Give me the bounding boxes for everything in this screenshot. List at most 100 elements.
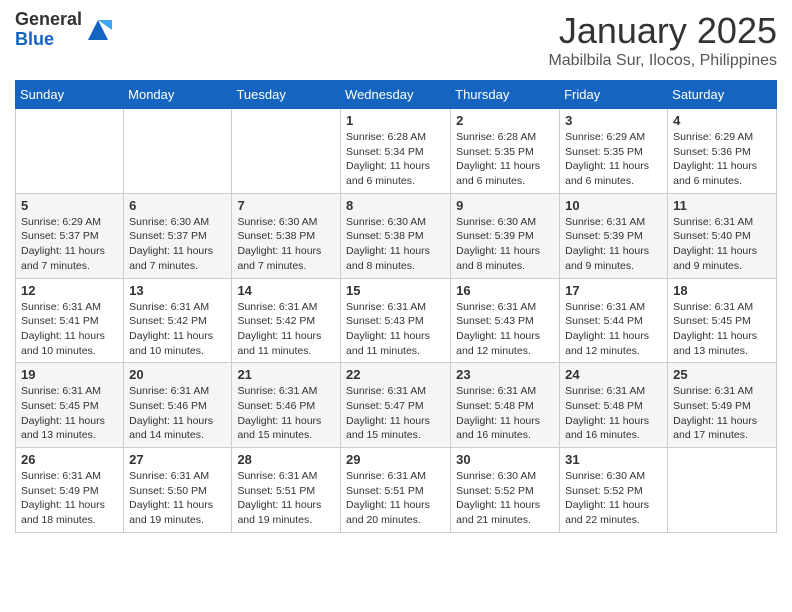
day-info: Sunrise: 6:31 AM Sunset: 5:42 PM Dayligh…	[129, 300, 226, 359]
calendar-cell: 22Sunrise: 6:31 AM Sunset: 5:47 PM Dayli…	[341, 363, 451, 448]
day-number: 8	[346, 198, 445, 213]
calendar-cell: 23 Sunrise: 6:31 AM Sunset: 5:48 PM Dayli…	[451, 363, 560, 448]
day-number: 9	[456, 198, 554, 213]
day-number: 1	[346, 113, 445, 128]
day-info: Sunrise: 6:31 AM Sunset: 5:42 PM Dayligh…	[237, 300, 335, 359]
day-number: 5	[21, 198, 118, 213]
day-info: Sunrise: 6:30 AM Sunset: 5:38 PM Dayligh…	[237, 215, 335, 274]
calendar-header-row: SundayMondayTuesdayWednesdayThursdayFrid…	[16, 81, 777, 109]
day-info: Sunrise: 6:30 AM Sunset: 5:37 PM Dayligh…	[129, 215, 226, 274]
calendar-cell: 12 Sunrise: 6:31 AM Sunset: 5:41 PM Dayli…	[16, 278, 124, 363]
day-number: 2	[456, 113, 554, 128]
calendar-cell: 10 Sunrise: 6:31 AM Sunset: 5:39 PM Dayli…	[560, 193, 668, 278]
calendar-week-row: 12 Sunrise: 6:31 AM Sunset: 5:41 PM Dayli…	[16, 278, 777, 363]
calendar-table: SundayMondayTuesdayWednesdayThursdayFrid…	[15, 80, 777, 533]
calendar-cell: 26 Sunrise: 6:31 AM Sunset: 5:49 PM Dayli…	[16, 448, 124, 533]
calendar-cell: 18 Sunrise: 6:31 AM Sunset: 5:45 PM Dayli…	[668, 278, 777, 363]
day-number: 11	[673, 198, 771, 213]
calendar-cell: 27 Sunrise: 6:31 AM Sunset: 5:50 PM Dayli…	[124, 448, 232, 533]
day-number: 24	[565, 367, 662, 382]
logo-general-text: General	[15, 9, 82, 29]
day-number: 13	[129, 283, 226, 298]
day-info: Sunrise: 6:30 AM Sunset: 5:52 PM Dayligh…	[456, 469, 554, 528]
day-number: 27	[129, 452, 226, 467]
calendar-cell	[124, 109, 232, 194]
calendar-day-header: Friday	[560, 81, 668, 109]
calendar-week-row: 1 Sunrise: 6:28 AM Sunset: 5:34 PM Daylig…	[16, 109, 777, 194]
logo: General Blue	[15, 10, 112, 50]
day-number: 4	[673, 113, 771, 128]
calendar-cell: 20 Sunrise: 6:31 AM Sunset: 5:46 PM Dayli…	[124, 363, 232, 448]
calendar-cell: 19Sunrise: 6:31 AM Sunset: 5:45 PM Dayli…	[16, 363, 124, 448]
day-info: Sunrise: 6:31 AM Sunset: 5:49 PM Dayligh…	[673, 384, 771, 443]
calendar-cell: 24 Sunrise: 6:31 AM Sunset: 5:48 PM Dayli…	[560, 363, 668, 448]
day-number: 26	[21, 452, 118, 467]
day-number: 21	[237, 367, 335, 382]
calendar-cell: 15 Sunrise: 6:31 AM Sunset: 5:43 PM Dayli…	[341, 278, 451, 363]
day-info: Sunrise: 6:29 AM Sunset: 5:35 PM Dayligh…	[565, 130, 662, 189]
calendar-cell: 28 Sunrise: 6:31 AM Sunset: 5:51 PM Dayli…	[232, 448, 341, 533]
day-number: 20	[129, 367, 226, 382]
day-info: Sunrise: 6:31 AM Sunset: 5:49 PM Dayligh…	[21, 469, 118, 528]
day-number: 31	[565, 452, 662, 467]
day-number: 19	[21, 367, 118, 382]
day-number: 6	[129, 198, 226, 213]
day-number: 28	[237, 452, 335, 467]
day-info: Sunrise: 6:29 AM Sunset: 5:37 PM Dayligh…	[21, 215, 118, 274]
day-info: Sunrise: 6:31 AM Sunset: 5:51 PM Dayligh…	[346, 469, 445, 528]
calendar-day-header: Monday	[124, 81, 232, 109]
day-number: 3	[565, 113, 662, 128]
day-info: Sunrise: 6:30 AM Sunset: 5:39 PM Dayligh…	[456, 215, 554, 274]
calendar-cell: 11 Sunrise: 6:31 AM Sunset: 5:40 PM Dayli…	[668, 193, 777, 278]
day-number: 15	[346, 283, 445, 298]
day-info: Sunrise: 6:30 AM Sunset: 5:38 PM Dayligh…	[346, 215, 445, 274]
day-number: 12	[21, 283, 118, 298]
day-number: 10	[565, 198, 662, 213]
day-info: Sunrise: 6:31 AM Sunset: 5:45 PM Dayligh…	[673, 300, 771, 359]
calendar-cell: 4 Sunrise: 6:29 AM Sunset: 5:36 PM Daylig…	[668, 109, 777, 194]
calendar-cell	[668, 448, 777, 533]
calendar-week-row: 26 Sunrise: 6:31 AM Sunset: 5:49 PM Dayli…	[16, 448, 777, 533]
calendar-cell: 9 Sunrise: 6:30 AM Sunset: 5:39 PM Daylig…	[451, 193, 560, 278]
day-info: Sunrise: 6:31 AM Sunset: 5:51 PM Dayligh…	[237, 469, 335, 528]
day-info: Sunrise: 6:31 AM Sunset: 5:48 PM Dayligh…	[565, 384, 662, 443]
day-info: Sunrise: 6:29 AM Sunset: 5:36 PM Dayligh…	[673, 130, 771, 189]
calendar-cell	[16, 109, 124, 194]
calendar-cell: 14 Sunrise: 6:31 AM Sunset: 5:42 PM Dayli…	[232, 278, 341, 363]
title-area: January 2025 Mabilbila Sur, Ilocos, Phil…	[548, 10, 777, 70]
day-info: Sunrise: 6:31 AM Sunset: 5:43 PM Dayligh…	[346, 300, 445, 359]
day-info: Sunrise: 6:31 AM Sunset: 5:43 PM Dayligh…	[456, 300, 554, 359]
day-number: 16	[456, 283, 554, 298]
calendar-cell: 31Sunrise: 6:30 AM Sunset: 5:52 PM Dayli…	[560, 448, 668, 533]
calendar-day-header: Thursday	[451, 81, 560, 109]
day-number: 14	[237, 283, 335, 298]
day-info: Sunrise: 6:31 AM Sunset: 5:39 PM Dayligh…	[565, 215, 662, 274]
calendar-cell: 25 Sunrise: 6:31 AM Sunset: 5:49 PM Dayli…	[668, 363, 777, 448]
day-info: Sunrise: 6:31 AM Sunset: 5:40 PM Dayligh…	[673, 215, 771, 274]
month-title: January 2025	[548, 10, 777, 52]
day-info: Sunrise: 6:31 AM Sunset: 5:48 PM Dayligh…	[456, 384, 554, 443]
calendar-cell	[232, 109, 341, 194]
page-header: General Blue January 2025 Mabilbila Sur,…	[15, 10, 777, 70]
day-number: 25	[673, 367, 771, 382]
calendar-cell: 2Sunrise: 6:28 AM Sunset: 5:35 PM Daylig…	[451, 109, 560, 194]
day-info: Sunrise: 6:31 AM Sunset: 5:41 PM Dayligh…	[21, 300, 118, 359]
logo-blue-text: Blue	[15, 29, 54, 49]
location-title: Mabilbila Sur, Ilocos, Philippines	[548, 52, 777, 70]
logo-icon	[84, 16, 112, 44]
day-info: Sunrise: 6:31 AM Sunset: 5:46 PM Dayligh…	[129, 384, 226, 443]
calendar-cell: 1 Sunrise: 6:28 AM Sunset: 5:34 PM Daylig…	[341, 109, 451, 194]
day-info: Sunrise: 6:31 AM Sunset: 5:50 PM Dayligh…	[129, 469, 226, 528]
day-number: 17	[565, 283, 662, 298]
calendar-cell: 6 Sunrise: 6:30 AM Sunset: 5:37 PM Daylig…	[124, 193, 232, 278]
calendar-cell: 13 Sunrise: 6:31 AM Sunset: 5:42 PM Dayli…	[124, 278, 232, 363]
day-info: Sunrise: 6:28 AM Sunset: 5:34 PM Dayligh…	[346, 130, 445, 189]
day-number: 18	[673, 283, 771, 298]
day-number: 29	[346, 452, 445, 467]
day-number: 22	[346, 367, 445, 382]
calendar-week-row: 19Sunrise: 6:31 AM Sunset: 5:45 PM Dayli…	[16, 363, 777, 448]
calendar-week-row: 5 Sunrise: 6:29 AM Sunset: 5:37 PM Daylig…	[16, 193, 777, 278]
calendar-cell: 29 Sunrise: 6:31 AM Sunset: 5:51 PM Dayli…	[341, 448, 451, 533]
day-number: 23	[456, 367, 554, 382]
calendar-cell: 7Sunrise: 6:30 AM Sunset: 5:38 PM Daylig…	[232, 193, 341, 278]
